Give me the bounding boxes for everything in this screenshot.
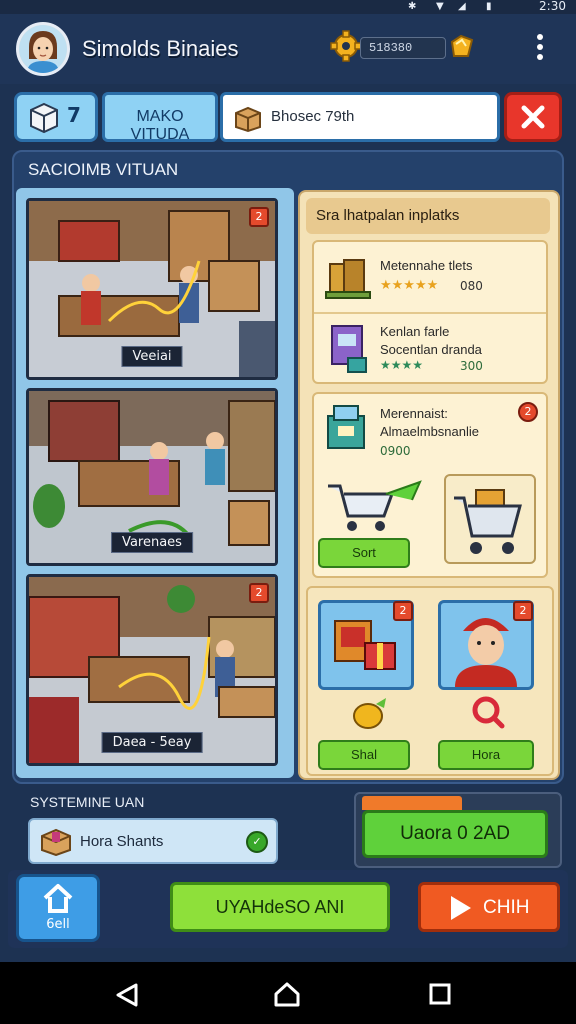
home-button[interactable]: 6ell [16,874,100,942]
battery-icon: ▮ [486,1,492,12]
magnifier-icon [472,696,505,729]
divider [314,312,546,314]
item-1-title: Metennahe tlets [380,258,473,273]
reward-card-2[interactable]: 2 [438,600,534,690]
recents-icon[interactable] [428,982,452,1006]
home-icon [43,884,73,913]
feature-title: Merennaist: [380,406,448,421]
package-icon [41,828,71,856]
reward-cards: 2 2 Shal Hora [306,586,554,776]
home-label: 6ell [46,917,70,932]
books-icon [325,259,371,299]
item-2-price: 300 [460,359,483,373]
back-icon[interactable] [114,982,142,1008]
shop-header: Sra lhatpalan inplatks [306,198,550,234]
hora-button[interactable]: Hora [438,740,534,770]
machine-icon [331,325,367,373]
scene-3-badge: 2 [249,583,269,603]
feature-subtitle: Almaelmbsnanlie [380,424,479,439]
reward-2-badge: 2 [513,601,533,621]
upgrade-button[interactable]: Uaora 0 2AD [362,810,548,858]
item-list-card: Metennahe tlets ★★★★★ 080 Kenlan farle S… [312,240,548,384]
scene-card-1[interactable]: 2 Veeiai [26,198,278,380]
item-1-stars: ★★★★★ [380,278,439,293]
sort-button[interactable]: Sort [318,538,410,568]
home-nav-icon[interactable] [272,980,302,1008]
play-button[interactable]: CHIH [418,882,560,932]
full-cart-icon [454,489,522,554]
status-bar: ✱ ▼ ◢ ▮ 2:30 [0,0,576,14]
feature-badge: 2 [518,402,538,422]
systems-label: SYSTEMINE UAN [30,794,145,810]
item-2-stars: ★★★★ [380,358,424,372]
cart-icon [328,480,422,531]
close-button[interactable] [504,92,562,142]
scene-1-label: Veeiai [121,346,183,367]
close-icon [521,105,545,129]
item-2-title: Kenlan farle [380,324,450,339]
scene-1-badge: 2 [249,207,269,227]
make-tab-button[interactable]: MAKO VITUDA [102,92,218,143]
panel-title: SACIOIMB VITUAN [28,160,179,179]
hora-shants-item[interactable]: Hora Shants ✓ [28,818,278,864]
gear-icon[interactable] [330,30,362,62]
scene-card-2[interactable]: Varenaes [26,388,278,566]
gem-icon[interactable] [446,32,476,62]
avatar[interactable] [16,22,70,76]
status-time: 2:30 [539,0,566,13]
coin-bag-icon [353,698,386,729]
feature-price: 0900 [380,444,411,458]
item-1-price: 080 [460,279,483,293]
wifi-icon: ▼ [436,1,444,12]
play-icon [451,896,471,920]
play-label: CHIH [483,897,530,918]
currency-value: 518380 [360,37,446,59]
box-icon [235,106,261,133]
more-menu-icon[interactable] [530,34,550,66]
settings-status-icon: ✱ [408,1,417,12]
reward-card-1[interactable]: 2 [318,600,414,690]
main-action-button[interactable]: UYAHdeSO ANI [170,882,390,932]
scene-2-label: Varenaes [111,532,193,553]
reward-1-badge: 2 [393,601,413,621]
item-2-subtitle: Socentlan dranda [380,342,482,357]
scene-list: 2 Veeiai Varenaes 2 Daea - 5eay [16,188,294,778]
scene-card-3[interactable]: 2 Daea - 5eay [26,574,278,766]
system-nav-bar [0,962,576,1024]
inventory-count: 7 [67,103,81,127]
cube-icon [30,102,58,134]
inventory-button[interactable]: 7 [14,92,98,142]
search-value: Bhosec 79th [271,108,355,125]
cart-preview[interactable] [444,474,536,564]
check-icon: ✓ [246,831,268,853]
signal-icon: ◢ [458,1,466,12]
hora-shants-text: Hora Shants [80,833,164,850]
game-title: Simolds Binaies [82,36,239,61]
upgrade-progress-tab [362,796,462,810]
shal-button[interactable]: Shal [318,740,410,770]
feature-card: Merennaist: Almaelmbsnanlie 0900 2 Sort [312,392,548,578]
search-input[interactable]: Bhosec 79th [220,92,500,142]
register-icon [327,405,365,449]
scene-3-label: Daea - 5eay [101,732,203,753]
